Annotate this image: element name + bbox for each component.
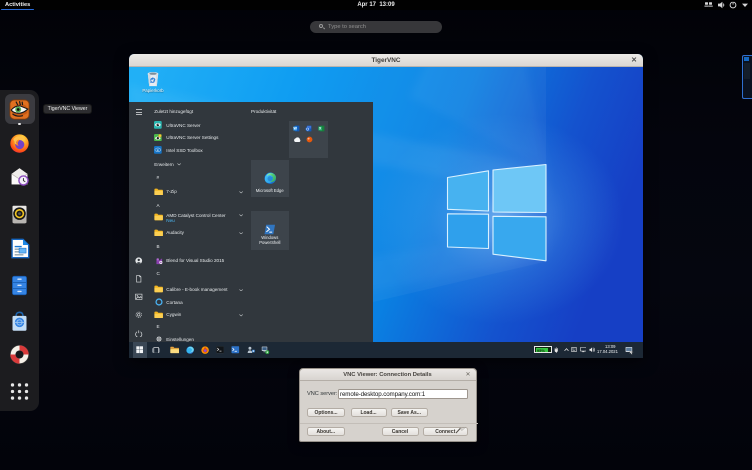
- svg-text:in: in: [157, 148, 160, 152]
